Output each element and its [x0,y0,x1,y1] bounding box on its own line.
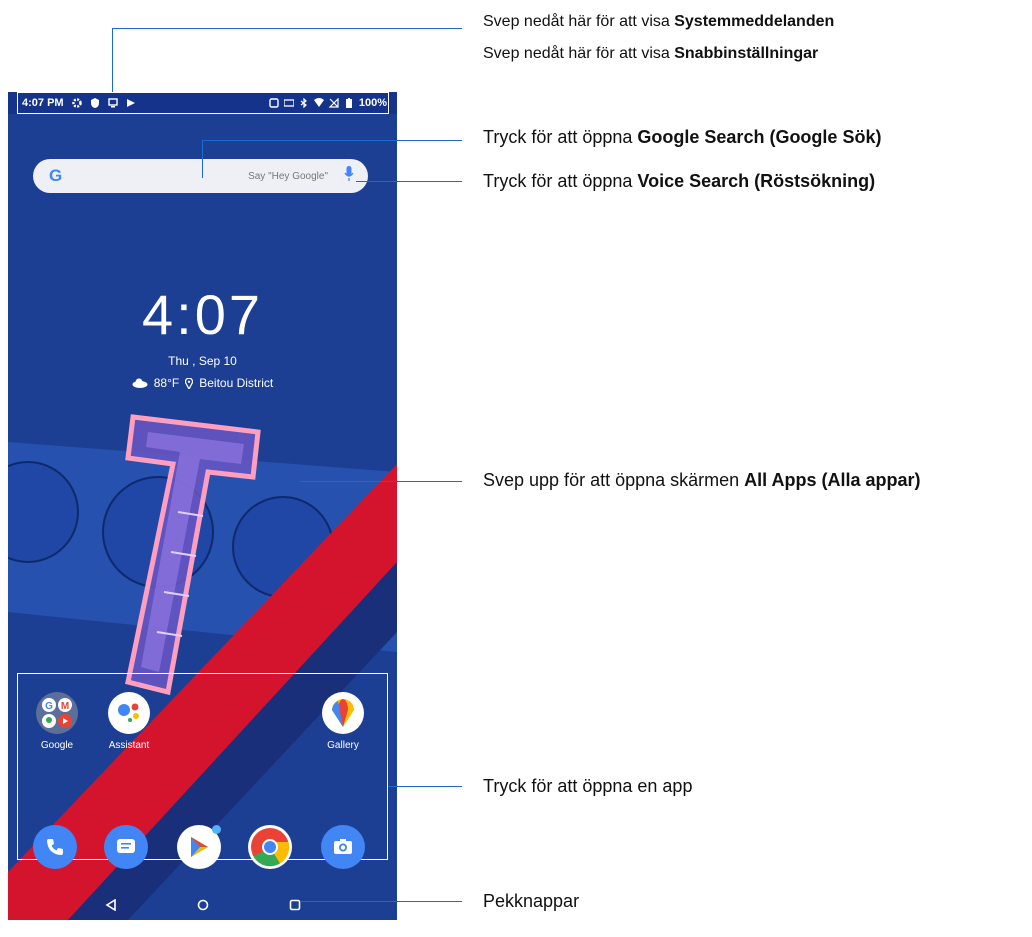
app-gallery[interactable]: Gallery [313,692,373,751]
callout-line [388,786,462,787]
google-search-bar[interactable]: G Say "Hey Google" [33,159,368,193]
svg-text:M: M [61,701,69,712]
chrome-icon[interactable] [248,825,292,869]
clock-time[interactable]: 4:07 [8,282,397,347]
home-icon[interactable] [197,899,209,911]
back-icon[interactable] [104,899,117,911]
google-folder-icon: G M [36,692,78,734]
callout-nav-keys: Pekknappar [483,891,580,911]
app-label: Google [40,740,74,751]
gallery-icon [322,692,364,734]
app-google[interactable]: G M Google [27,692,87,751]
callout-notifications: Svep nedåt här för att visa Systemmeddel… [483,13,835,30]
callout-line [112,28,113,92]
callout-all-apps: Svep upp för att öppna skärmen All Apps … [483,470,921,490]
phone-icon[interactable] [33,825,77,869]
app-label: Gallery [327,740,359,751]
play-store-icon[interactable] [177,825,221,869]
callout-line [300,481,462,482]
callout-line [202,140,203,178]
callout-voice-search: Tryck för att öppna Voice Search (Röstsö… [483,171,876,191]
clock-date[interactable]: Thu , Sep 10 [8,354,397,368]
search-placeholder: Say "Hey Google" [248,170,328,182]
callout-line [112,28,462,29]
notification-dot [212,825,221,834]
callout-line [300,901,462,902]
assistant-icon [108,692,150,734]
callout-open-app: Tryck för att öppna en app [483,776,693,796]
location: Beitou District [199,376,274,390]
messages-icon[interactable] [104,825,148,869]
app-assistant[interactable]: Assistant [99,692,159,751]
weather-widget[interactable]: 88°F Beitou District [8,376,397,390]
camera-icon[interactable] [321,825,365,869]
temperature: 88°F [153,376,180,390]
recents-icon[interactable] [289,899,301,911]
svg-text:G: G [45,701,53,712]
mic-icon[interactable] [344,165,354,187]
navigation-bar [8,890,397,920]
callout-line [202,140,462,141]
cloud-icon [132,378,148,388]
app-label: Assistant [108,740,150,751]
callout-quick-settings: Svep nedåt här för att visa Snabbinställ… [483,45,819,62]
location-pin-icon [185,377,194,389]
callout-line [356,181,462,182]
callout-google-search: Tryck för att öppna Google Search (Googl… [483,127,882,147]
phone-screen: 4:07 PM 100% G Say "Hey Google" 4:07 Thu… [8,92,397,920]
status-bar-outline [17,92,389,114]
google-logo: G [49,166,63,185]
